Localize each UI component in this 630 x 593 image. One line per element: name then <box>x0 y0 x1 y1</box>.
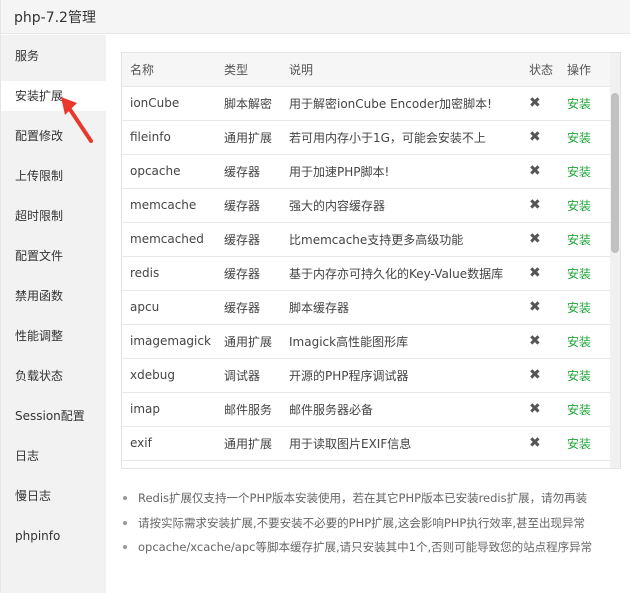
ext-name: exif <box>122 426 216 461</box>
not-installed-icon: ✖ <box>529 163 541 179</box>
extensions-table-container[interactable]: 名称 类型 说明 状态 操作 ionCube 脚本解密 用于解密ionCube … <box>121 52 621 469</box>
ext-name: xdebug <box>122 358 216 393</box>
header-description: 说明 <box>281 53 521 87</box>
sidebar: 服务 安装扩展 配置修改 上传限制 超时限制 配置文件 禁用函数 性能调整 负载… <box>1 35 106 593</box>
install-button[interactable]: 安装 <box>567 437 591 451</box>
sidebar-item-slow-log[interactable]: 慢日志 <box>1 481 106 511</box>
not-installed-icon: ✖ <box>529 231 541 247</box>
table-row: ionCube 脚本解密 用于解密ionCube Encoder加密脚本! ✖ … <box>122 86 612 121</box>
sidebar-item-config-file[interactable]: 配置文件 <box>1 241 106 271</box>
install-button[interactable]: 安装 <box>567 233 591 247</box>
sidebar-item-performance[interactable]: 性能调整 <box>1 321 106 351</box>
sidebar-item-load-status[interactable]: 负载状态 <box>1 361 106 391</box>
ext-type: 缓存器 <box>216 154 281 189</box>
window-title: php-7.2管理 <box>14 10 96 26</box>
php-manager-window: php-7.2管理 服务 安装扩展 配置修改 上传限制 超时限制 配置文件 禁用… <box>0 0 630 593</box>
help-notes: Redis扩展仅支持一个PHP版本安装使用，若在其它PHP版本已安装redis扩… <box>121 488 621 562</box>
table-header-row: 名称 类型 说明 状态 操作 <box>122 53 612 87</box>
install-button[interactable]: 安装 <box>567 403 591 417</box>
ext-name: apcu <box>122 290 216 325</box>
ext-type: 调试器 <box>216 358 281 393</box>
header-operation: 操作 <box>559 53 612 87</box>
table-row: fileinfo 通用扩展 若可用内存小于1G，可能会安装不上 ✖ 安装 <box>122 120 612 155</box>
install-button[interactable]: 安装 <box>567 301 591 315</box>
extensions-table: 名称 类型 说明 状态 操作 ionCube 脚本解密 用于解密ionCube … <box>122 53 612 461</box>
sidebar-item-service[interactable]: 服务 <box>1 41 106 71</box>
not-installed-icon: ✖ <box>529 265 541 281</box>
not-installed-icon: ✖ <box>529 401 541 417</box>
not-installed-icon: ✖ <box>529 435 541 451</box>
table-row: opcache 缓存器 用于加速PHP脚本! ✖ 安装 <box>122 154 612 189</box>
scrollbar-thumb[interactable] <box>611 93 619 253</box>
not-installed-icon: ✖ <box>529 367 541 383</box>
install-button[interactable]: 安装 <box>567 131 591 145</box>
not-installed-icon: ✖ <box>529 333 541 349</box>
ext-name: memcache <box>122 188 216 223</box>
table-row: exif 通用扩展 用于读取图片EXIF信息 ✖ 安装 <box>122 426 612 461</box>
ext-type: 缓存器 <box>216 188 281 223</box>
not-installed-icon: ✖ <box>529 129 541 145</box>
ext-name: imap <box>122 392 216 427</box>
table-row: imagemagick 通用扩展 Imagick高性能图形库 ✖ 安装 <box>122 324 612 359</box>
ext-description: 开源的PHP程序调试器 <box>281 358 521 393</box>
ext-type: 通用扩展 <box>216 324 281 359</box>
table-row: redis 缓存器 基于内存亦可持久化的Key-Value数据库 ✖ 安装 <box>122 256 612 291</box>
not-installed-icon: ✖ <box>529 299 541 315</box>
ext-type: 缓存器 <box>216 256 281 291</box>
ext-name: memcached <box>122 222 216 257</box>
sidebar-item-upload-limit[interactable]: 上传限制 <box>1 161 106 191</box>
ext-name: imagemagick <box>122 324 216 359</box>
ext-type: 通用扩展 <box>216 426 281 461</box>
table-row: memcached 缓存器 比memcache支持更多高级功能 ✖ 安装 <box>122 222 612 257</box>
title-bar: php-7.2管理 <box>1 0 630 34</box>
ext-description: 比memcache支持更多高级功能 <box>281 222 521 257</box>
header-status: 状态 <box>521 53 559 87</box>
ext-description: 基于内存亦可持久化的Key-Value数据库 <box>281 256 521 291</box>
ext-description: Imagick高性能图形库 <box>281 324 521 359</box>
install-button[interactable]: 安装 <box>567 97 591 111</box>
table-row: memcache 缓存器 强大的内容缓存器 ✖ 安装 <box>122 188 612 223</box>
help-note: 请按实际需求安装扩展,不要安装不必要的PHP扩展,这会影响PHP执行效率,甚至出… <box>121 513 621 538</box>
ext-description: 强大的内容缓存器 <box>281 188 521 223</box>
install-button[interactable]: 安装 <box>567 199 591 213</box>
sidebar-item-session-config[interactable]: Session配置 <box>1 401 106 431</box>
ext-name: opcache <box>122 154 216 189</box>
table-row: apcu 缓存器 脚本缓存器 ✖ 安装 <box>122 290 612 325</box>
table-scrollbar[interactable] <box>610 53 620 468</box>
ext-type: 通用扩展 <box>216 120 281 155</box>
help-note: opcache/xcache/apc等脚本缓存扩展,请只安装其中1个,否则可能导… <box>121 537 621 562</box>
sidebar-item-disabled-functions[interactable]: 禁用函数 <box>1 281 106 311</box>
ext-type: 缓存器 <box>216 290 281 325</box>
header-type: 类型 <box>216 53 281 87</box>
not-installed-icon: ✖ <box>529 197 541 213</box>
ext-description: 脚本缓存器 <box>281 290 521 325</box>
install-button[interactable]: 安装 <box>567 165 591 179</box>
install-button[interactable]: 安装 <box>567 267 591 281</box>
ext-name: fileinfo <box>122 120 216 155</box>
table-row: xdebug 调试器 开源的PHP程序调试器 ✖ 安装 <box>122 358 612 393</box>
sidebar-item-log[interactable]: 日志 <box>1 441 106 471</box>
not-installed-icon: ✖ <box>529 95 541 111</box>
ext-type: 缓存器 <box>216 222 281 257</box>
table-row: imap 邮件服务 邮件服务器必备 ✖ 安装 <box>122 392 612 427</box>
install-button[interactable]: 安装 <box>567 335 591 349</box>
sidebar-item-install-extension[interactable]: 安装扩展 <box>1 81 106 111</box>
help-note: Redis扩展仅支持一个PHP版本安装使用，若在其它PHP版本已安装redis扩… <box>121 488 621 513</box>
ext-name: redis <box>122 256 216 291</box>
sidebar-item-config-edit[interactable]: 配置修改 <box>1 121 106 151</box>
sidebar-item-phpinfo[interactable]: phpinfo <box>1 521 106 551</box>
ext-description: 用于解密ionCube Encoder加密脚本! <box>281 86 521 121</box>
ext-name: ionCube <box>122 86 216 121</box>
ext-description: 若可用内存小于1G，可能会安装不上 <box>281 120 521 155</box>
ext-type: 邮件服务 <box>216 392 281 427</box>
ext-description: 用于加速PHP脚本! <box>281 154 521 189</box>
header-name: 名称 <box>122 53 216 87</box>
ext-type: 脚本解密 <box>216 86 281 121</box>
install-button[interactable]: 安装 <box>567 369 591 383</box>
ext-description: 用于读取图片EXIF信息 <box>281 426 521 461</box>
sidebar-item-timeout-limit[interactable]: 超时限制 <box>1 201 106 231</box>
ext-description: 邮件服务器必备 <box>281 392 521 427</box>
